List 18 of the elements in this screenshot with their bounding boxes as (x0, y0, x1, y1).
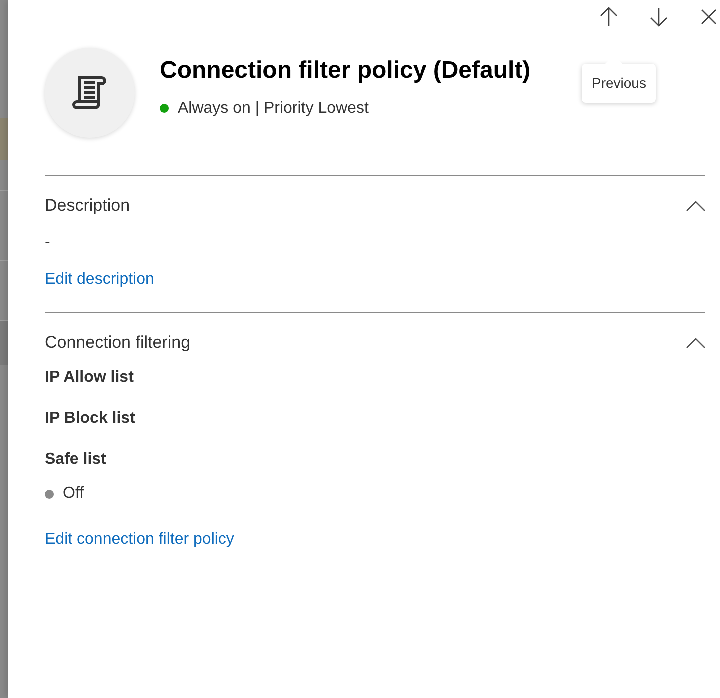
chevron-up-icon[interactable] (686, 200, 706, 212)
arrow-down-icon (648, 6, 670, 28)
next-button[interactable] (648, 6, 670, 28)
field-label: IP Block list (45, 409, 136, 429)
edit-link[interactable]: Edit description (45, 268, 154, 292)
field-value: - (45, 233, 52, 253)
chevron-up-icon[interactable] (686, 337, 706, 349)
arrow-up-icon (598, 6, 620, 28)
scroll-icon (71, 74, 109, 112)
previous-button[interactable] (598, 6, 620, 28)
field-label: Safe list (45, 450, 108, 470)
field-label: IP Allow list (45, 368, 135, 388)
section-title: Description (45, 195, 130, 218)
edit-link[interactable]: Edit connection filter policy (45, 528, 234, 552)
policy-title: Connection filter policy (Default) (160, 56, 531, 86)
section-title: Connection filtering (45, 332, 191, 354)
field-value: Off (63, 484, 84, 504)
policy-status: Always on | Priority Lowest (178, 98, 369, 118)
